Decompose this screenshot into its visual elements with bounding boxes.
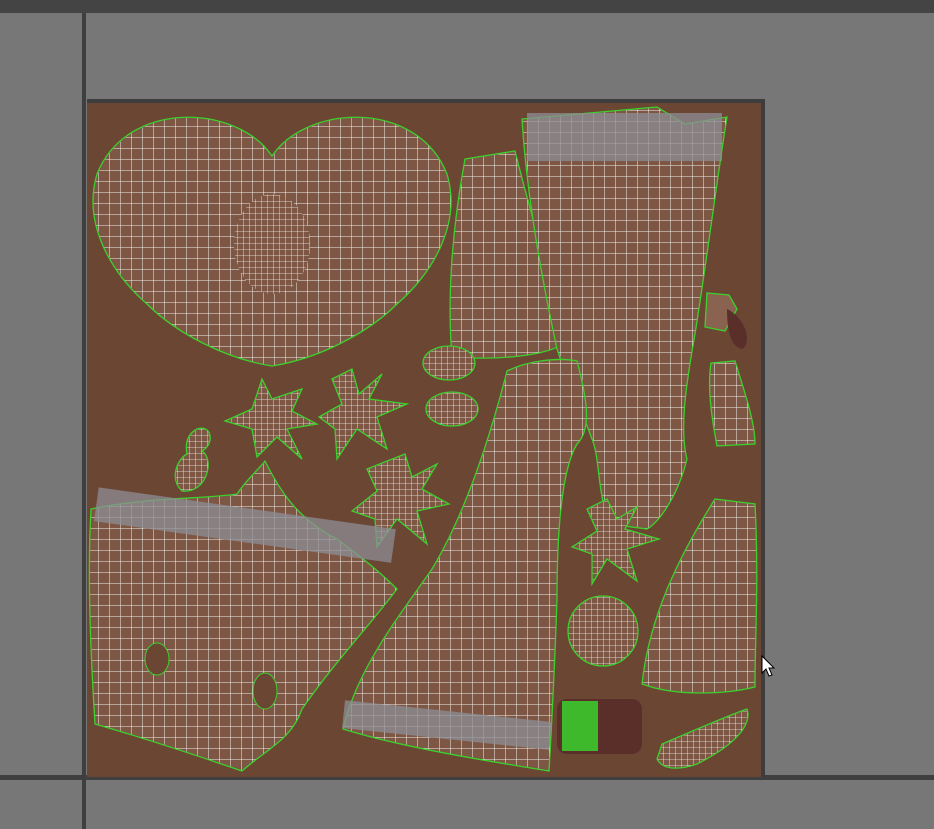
uv-texture-canvas[interactable]	[87, 99, 765, 777]
arrow-pointer-icon	[761, 655, 775, 677]
uv-island-forearm-small	[708, 360, 756, 447]
uv-axis-vertical	[82, 13, 86, 829]
uv-island-eye-left	[422, 345, 476, 381]
uv-island-ear-piece	[174, 427, 211, 492]
uv-layout-svg	[88, 106, 758, 772]
uv-island-disc	[567, 595, 639, 667]
top-toolbar-strip	[0, 0, 934, 13]
uv-island-face-detail	[234, 194, 310, 294]
uv-island-leg-lower	[641, 498, 758, 694]
uv-island-hand-2	[317, 368, 410, 461]
uv-island-arm-band	[527, 113, 722, 161]
uv-island-eye-right	[425, 391, 479, 427]
uv-island-foot-small	[656, 708, 749, 769]
uv-island-hand-1	[223, 377, 320, 460]
